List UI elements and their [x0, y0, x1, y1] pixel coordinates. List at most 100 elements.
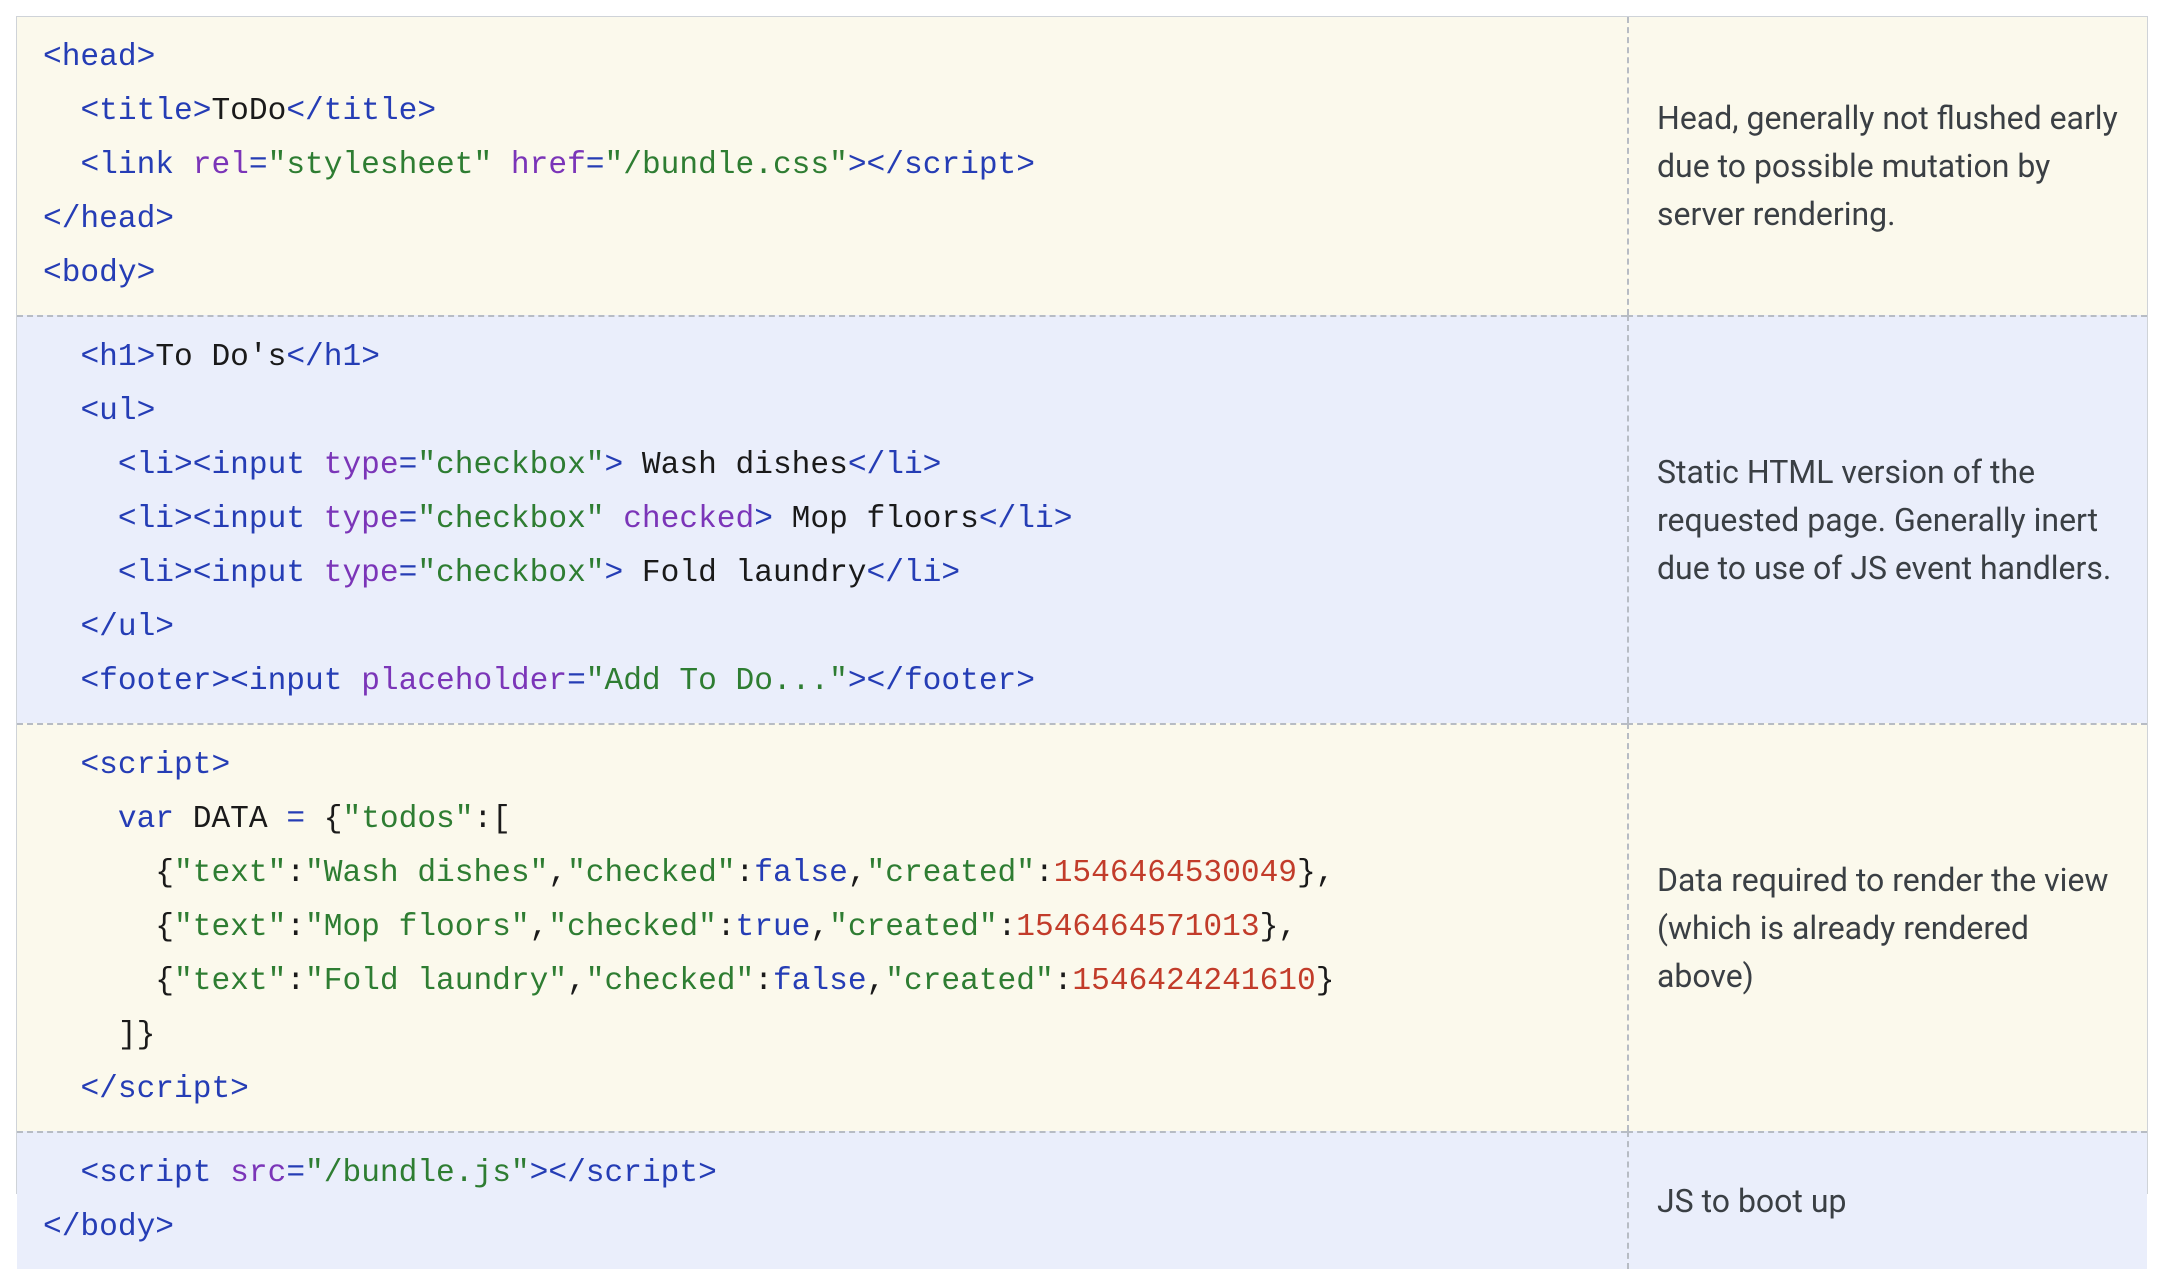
code-token: "created"	[867, 856, 1035, 891]
code-token: Fold laundry	[623, 556, 866, 591]
code-token: 1546464571013	[1016, 910, 1259, 945]
code-token: </head>	[43, 202, 174, 237]
code-token: "Wash dishes"	[305, 856, 548, 891]
code-token: ]}	[43, 1018, 155, 1053]
code-token: ,	[810, 910, 829, 945]
code-line: </ul>	[43, 601, 1601, 655]
code-token: checked	[623, 502, 754, 537]
code-line: </head>	[43, 193, 1601, 247]
code-token	[43, 556, 118, 591]
code-token: =	[286, 802, 305, 837]
code-line: {"text":"Fold laundry","checked":false,"…	[43, 955, 1601, 1009]
code-token	[305, 556, 324, 591]
code-block: <h1>To Do's</h1> <ul> <li><input type = "c…	[17, 315, 1627, 723]
code-token: To Do's	[155, 340, 286, 375]
annotation-note: Head, generally not flushed early due to…	[1627, 17, 2147, 315]
code-token: "text"	[174, 964, 286, 999]
code-token: <li><input	[118, 556, 305, 591]
code-token: <head>	[43, 40, 155, 75]
code-token: true	[736, 910, 811, 945]
code-token: <script	[80, 1156, 211, 1191]
code-line: <h1>To Do's</h1>	[43, 331, 1601, 385]
code-token: 1546424241610	[1072, 964, 1315, 999]
code-token: :	[998, 910, 1017, 945]
code-token: :	[1054, 964, 1073, 999]
code-token: </h1>	[286, 340, 380, 375]
code-token: "text"	[174, 910, 286, 945]
code-token: <title>	[80, 94, 211, 129]
code-token: :	[736, 856, 755, 891]
code-token	[43, 664, 80, 699]
code-token: :	[717, 910, 736, 945]
code-token	[43, 340, 80, 375]
code-token: =	[586, 148, 605, 183]
code-token: Wash dishes	[623, 448, 848, 483]
code-block: <script src="/bundle.js"></script> </body…	[17, 1131, 1627, 1269]
code-token: "created"	[885, 964, 1053, 999]
code-line: <script>	[43, 739, 1601, 793]
code-token: {	[43, 856, 174, 891]
annotation-note: JS to boot up	[1627, 1131, 2147, 1269]
code-line: var DATA = {"todos":[	[43, 793, 1601, 847]
code-token: :	[1035, 856, 1054, 891]
code-token: "Mop floors"	[305, 910, 530, 945]
annotation-note: Static HTML version of the requested pag…	[1627, 315, 2147, 723]
code-token: ></footer>	[848, 664, 1035, 699]
code-token: <li><input	[118, 448, 305, 483]
code-token: =	[567, 664, 586, 699]
annotated-code-panel: <head> <title>ToDo</title> <link rel="st…	[16, 16, 2148, 1194]
code-token: <link	[80, 148, 174, 183]
code-token: ,	[867, 964, 886, 999]
code-line: </script>	[43, 1063, 1601, 1117]
code-token	[43, 610, 80, 645]
code-token: "stylesheet"	[268, 148, 493, 183]
code-token: type	[324, 448, 399, 483]
code-token: {	[43, 910, 174, 945]
code-token: >	[754, 502, 773, 537]
code-token: :	[286, 964, 305, 999]
diagram-row: <script> var DATA = {"todos":[ {"text":"…	[17, 723, 2147, 1131]
code-token: "Fold laundry"	[305, 964, 567, 999]
code-line: {"text":"Wash dishes","checked":false,"c…	[43, 847, 1601, 901]
code-token: }	[1316, 964, 1335, 999]
code-token: DATA	[174, 802, 286, 837]
code-token	[43, 394, 80, 429]
code-token: {	[43, 964, 174, 999]
code-token: placeholder	[361, 664, 567, 699]
code-token: "checked"	[586, 964, 754, 999]
code-token: rel	[193, 148, 249, 183]
code-token: </title>	[286, 94, 436, 129]
code-token: "checked"	[567, 856, 735, 891]
code-token: :	[286, 856, 305, 891]
code-token: =	[249, 148, 268, 183]
code-token: href	[511, 148, 586, 183]
code-token: "checkbox"	[417, 502, 604, 537]
code-token	[492, 148, 511, 183]
code-line: <footer><input placeholder="Add To Do...…	[43, 655, 1601, 709]
code-token: </script>	[80, 1072, 248, 1107]
code-token: </body>	[43, 1210, 174, 1245]
code-token: {	[305, 802, 342, 837]
code-token: >	[605, 448, 624, 483]
code-line: <script src="/bundle.js"></script>	[43, 1147, 1601, 1201]
code-token: false	[754, 856, 848, 891]
code-token	[43, 148, 80, 183]
code-token: "/bundle.js"	[305, 1156, 530, 1191]
code-token: ,	[530, 910, 549, 945]
code-token: "checkbox"	[417, 556, 604, 591]
code-token: <ul>	[80, 394, 155, 429]
code-token: :	[754, 964, 773, 999]
code-token: },	[1260, 910, 1297, 945]
code-token	[43, 802, 118, 837]
code-line: <link rel="stylesheet" href="/bundle.css…	[43, 139, 1601, 193]
code-token	[174, 148, 193, 183]
code-token: </ul>	[80, 610, 174, 645]
code-token: ToDo	[211, 94, 286, 129]
code-line: <head>	[43, 31, 1601, 85]
code-token: type	[324, 502, 399, 537]
code-token: "checkbox"	[417, 448, 604, 483]
code-block: <head> <title>ToDo</title> <link rel="st…	[17, 17, 1627, 315]
code-token: "checked"	[548, 910, 716, 945]
code-line: <ul>	[43, 385, 1601, 439]
code-token	[43, 502, 118, 537]
